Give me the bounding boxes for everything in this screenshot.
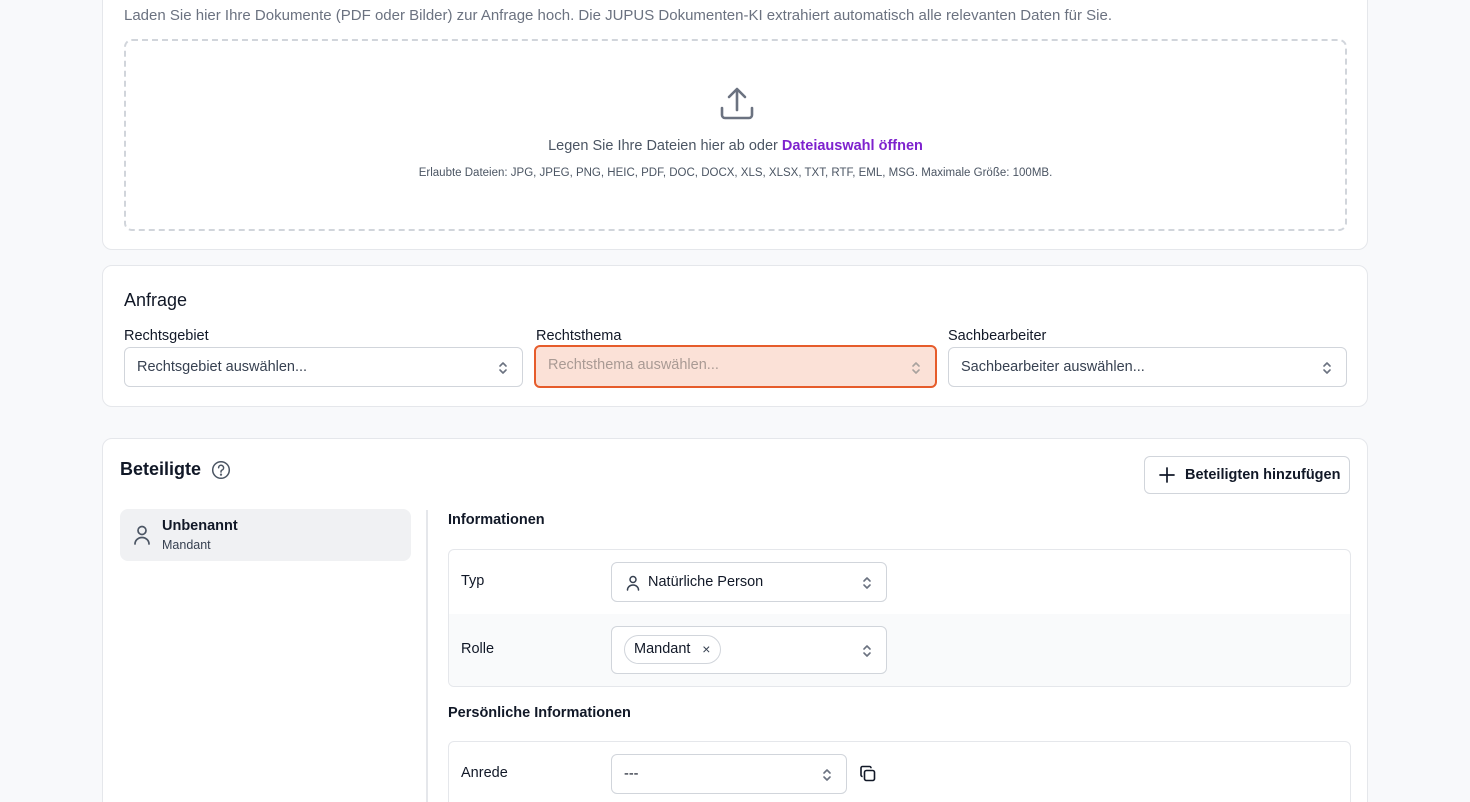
- rechtsthema-label: Rechtsthema: [536, 328, 622, 344]
- vertical-divider: [426, 510, 428, 802]
- typ-label: Typ: [461, 573, 485, 589]
- informationen-box: Typ Natürliche Person Rolle Mandant ×: [448, 549, 1351, 687]
- typ-value: Natürliche Person: [648, 574, 764, 590]
- rolle-select[interactable]: Mandant ×: [611, 626, 887, 674]
- rolle-row: Rolle Mandant ×: [449, 614, 1350, 686]
- anrede-value: ---: [624, 766, 639, 782]
- anrede-label: Anrede: [461, 765, 508, 781]
- chevron-up-down-icon: [912, 362, 920, 374]
- chevron-up-down-icon: [863, 645, 871, 657]
- allowed-file-types: Erlaubte Dateien: JPG, JPEG, PNG, HEIC, …: [418, 167, 1053, 179]
- rechtsgebiet-placeholder: Rechtsgebiet auswählen...: [137, 359, 308, 375]
- add-participant-button[interactable]: Beteiligten hinzufügen: [1144, 456, 1350, 494]
- copy-icon[interactable]: [859, 765, 877, 783]
- add-participant-label: Beteiligten hinzufügen: [1185, 467, 1341, 483]
- drop-text: Legen Sie Ihre Dateien hier ab oder: [548, 138, 778, 154]
- beteiligte-title: Beteiligte: [120, 459, 202, 479]
- drop-instructions: Legen Sie Ihre Dateien hier ab oder Date…: [126, 138, 1345, 154]
- informationen-title: Informationen: [448, 512, 545, 528]
- typ-row: Typ Natürliche Person: [449, 550, 1350, 614]
- remove-chip-icon[interactable]: ×: [702, 636, 710, 663]
- chevron-up-down-icon: [1323, 362, 1331, 374]
- open-file-dialog-link[interactable]: Dateiauswahl öffnen: [782, 138, 923, 154]
- rechtsgebiet-label: Rechtsgebiet: [124, 328, 209, 344]
- upload-card: Laden Sie hier Ihre Dokumente (PDF oder …: [102, 0, 1368, 250]
- anrede-select[interactable]: ---: [611, 754, 847, 794]
- persoenliche-informationen-title: Persönliche Informationen: [448, 705, 631, 721]
- beteiligte-card: Beteiligte Beteiligten hinzufügen Unbena…: [102, 438, 1368, 802]
- file-dropzone[interactable]: Legen Sie Ihre Dateien hier ab oder Date…: [124, 39, 1347, 231]
- upload-icon: [720, 87, 754, 120]
- sachbearbeiter-select[interactable]: Sachbearbeiter auswählen...: [948, 347, 1347, 387]
- rolle-label: Rolle: [461, 641, 495, 657]
- typ-select[interactable]: Natürliche Person: [611, 562, 887, 602]
- anfrage-title: Anfrage: [124, 290, 188, 310]
- rechtsgebiet-select[interactable]: Rechtsgebiet auswählen...: [124, 347, 523, 387]
- upload-description: Laden Sie hier Ihre Dokumente (PDF oder …: [124, 7, 1112, 24]
- chevron-up-down-icon: [823, 769, 831, 781]
- person-icon: [134, 525, 150, 545]
- chevron-up-down-icon: [499, 362, 507, 374]
- rechtsthema-placeholder: Rechtsthema auswählen...: [548, 357, 719, 373]
- plus-icon: [1159, 467, 1175, 483]
- sachbearbeiter-placeholder: Sachbearbeiter auswählen...: [961, 359, 1145, 375]
- party-list-item[interactable]: Unbenannt Mandant: [120, 509, 411, 561]
- person-icon: [626, 575, 640, 591]
- sachbearbeiter-label: Sachbearbeiter: [948, 328, 1047, 344]
- persoenliche-informationen-box: Anrede ---: [448, 741, 1351, 802]
- role-chip-label: Mandant: [634, 641, 691, 657]
- anfrage-card: Anfrage Rechtsgebiet Rechtsgebiet auswäh…: [102, 265, 1368, 407]
- anrede-row: Anrede ---: [449, 742, 1350, 802]
- help-icon[interactable]: [211, 460, 231, 480]
- chevron-up-down-icon: [863, 577, 871, 589]
- party-name: Unbenannt: [162, 518, 238, 534]
- party-role: Mandant: [162, 538, 211, 552]
- role-chip: Mandant ×: [624, 635, 722, 664]
- rechtsthema-select[interactable]: Rechtsthema auswählen...: [534, 345, 937, 388]
